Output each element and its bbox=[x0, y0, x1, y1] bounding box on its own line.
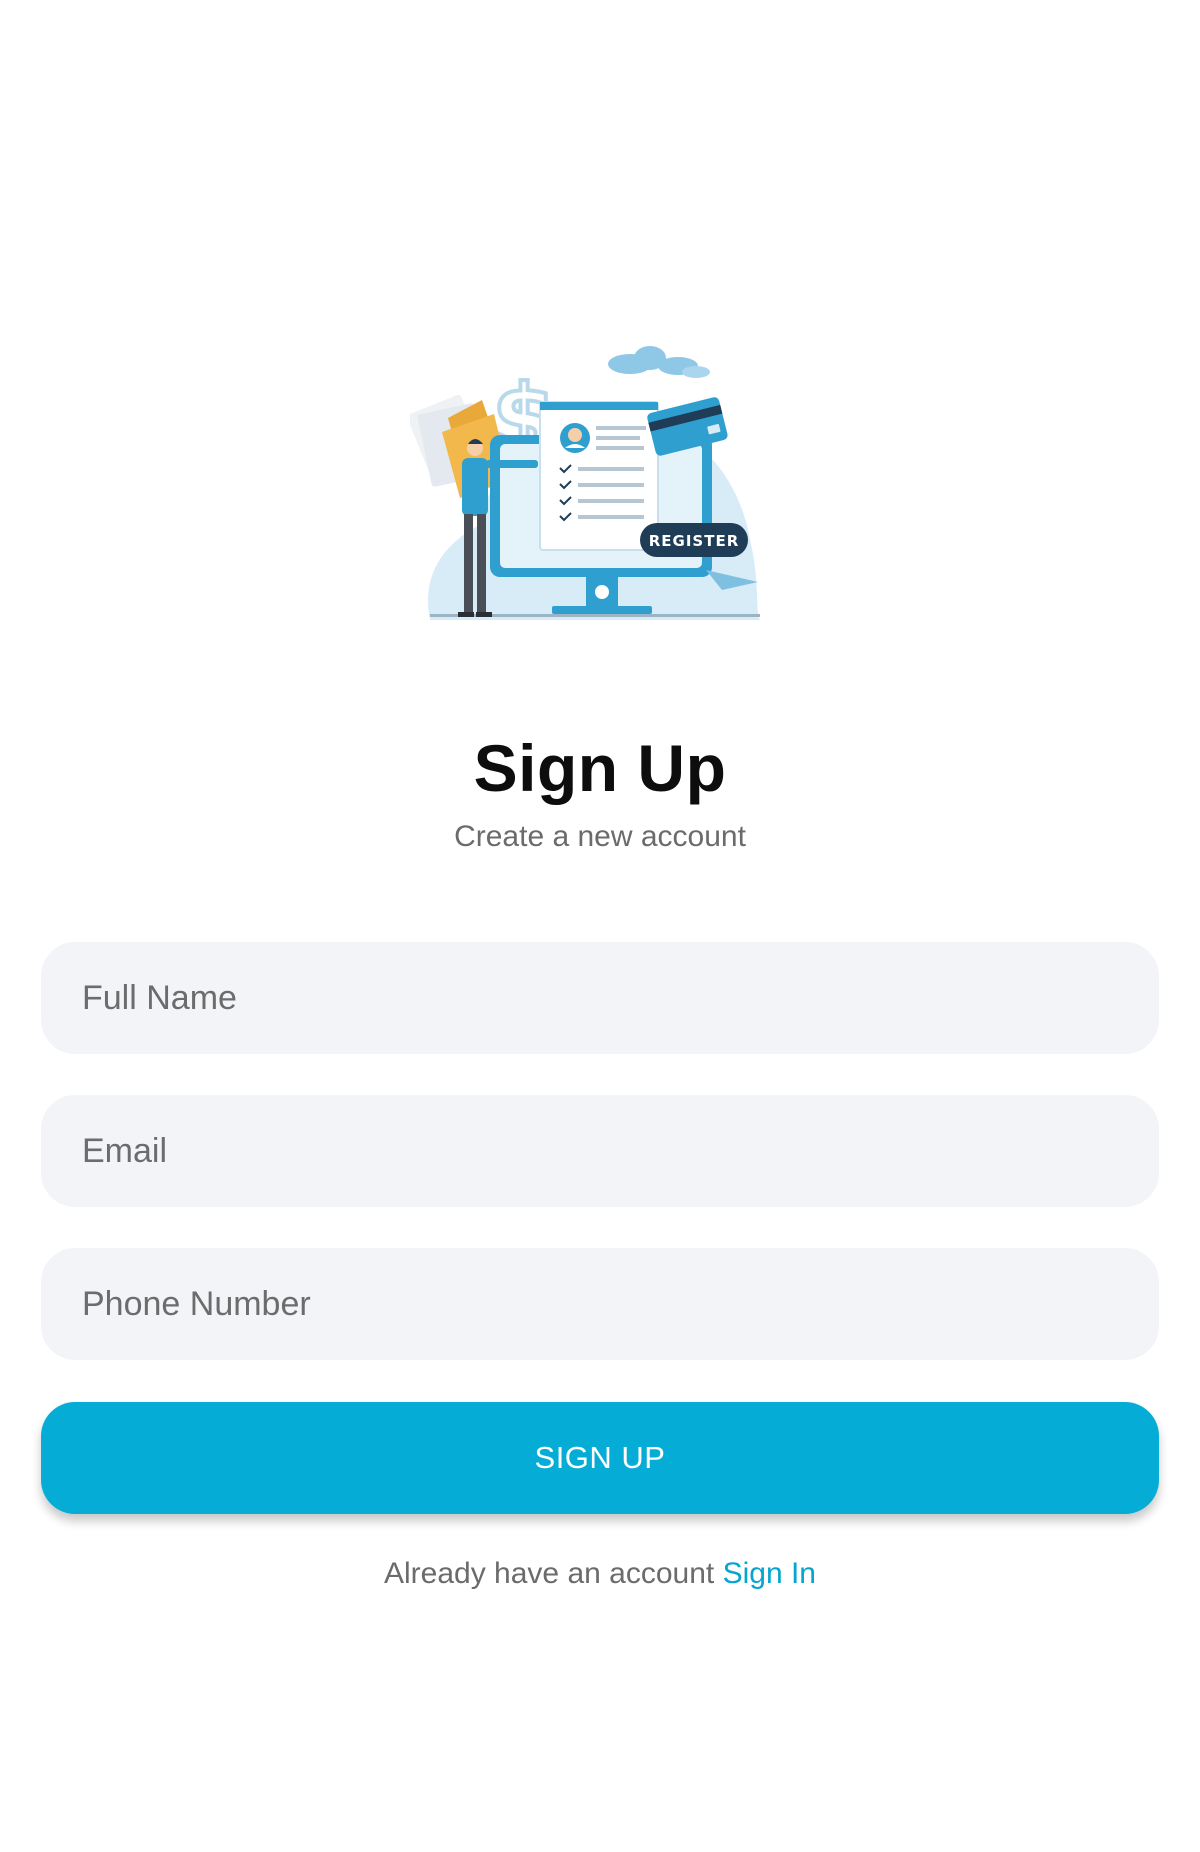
sign-in-prompt: Already have an account Sign In bbox=[0, 1557, 1200, 1591]
page-title: Sign Up bbox=[473, 731, 727, 805]
page-subtitle: Create a new account bbox=[454, 820, 746, 853]
sign-in-prompt-text: Already have an account bbox=[384, 1557, 715, 1590]
email-input[interactable] bbox=[41, 1095, 1159, 1207]
form-window-icon bbox=[539, 401, 659, 551]
full-name-input[interactable] bbox=[41, 942, 1159, 1054]
sign-up-screen: $ REGISTER Sign Up Create a new account … bbox=[0, 0, 1200, 1852]
phone-number-input[interactable] bbox=[41, 1248, 1159, 1360]
sign-up-button[interactable]: SIGN UP bbox=[41, 1402, 1159, 1514]
cloud-icon bbox=[608, 346, 710, 378]
sign-in-link[interactable]: Sign In bbox=[723, 1557, 816, 1590]
svg-text:REGISTER: REGISTER bbox=[649, 532, 740, 550]
register-badge: REGISTER bbox=[640, 523, 748, 557]
register-illustration: $ REGISTER bbox=[410, 346, 760, 620]
